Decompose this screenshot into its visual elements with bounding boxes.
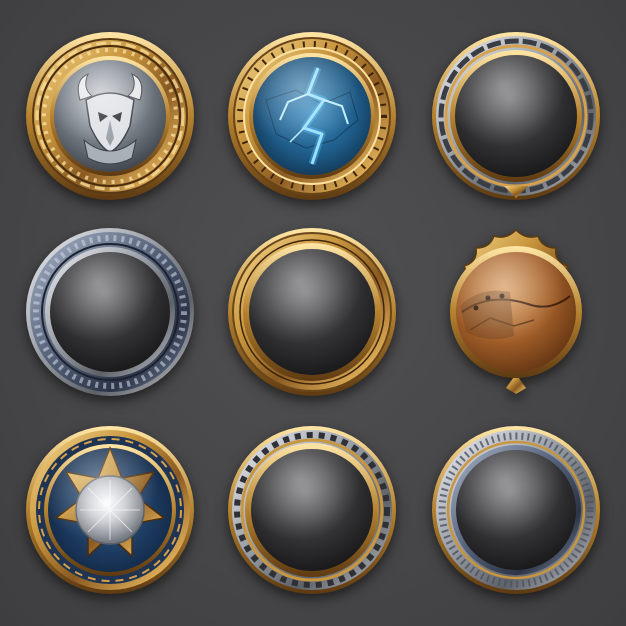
horned-helmet-icon	[26, 32, 194, 200]
blank-gem-icon	[228, 426, 396, 594]
icon-sheet	[0, 0, 626, 626]
button-lightning-crystal[interactable]	[226, 30, 398, 202]
button-leather-patch[interactable]	[430, 226, 602, 398]
lightning-icon	[228, 32, 396, 200]
leather-patch-icon	[450, 228, 582, 394]
star-medallion-icon	[26, 426, 194, 594]
blank-gem-icon	[432, 426, 600, 594]
button-zigzag-blank[interactable]	[226, 424, 398, 596]
blank-gem-icon	[228, 228, 396, 396]
button-horned-helmet[interactable]	[24, 30, 196, 202]
button-steel-blank[interactable]	[24, 226, 196, 398]
button-bronze-blank[interactable]	[226, 226, 398, 398]
button-star-medallion[interactable]	[24, 424, 196, 596]
blank-gem-icon	[432, 32, 600, 200]
button-filigree-blank[interactable]	[430, 30, 602, 202]
button-etched-blank[interactable]	[430, 424, 602, 596]
blank-gem-icon	[26, 228, 194, 396]
